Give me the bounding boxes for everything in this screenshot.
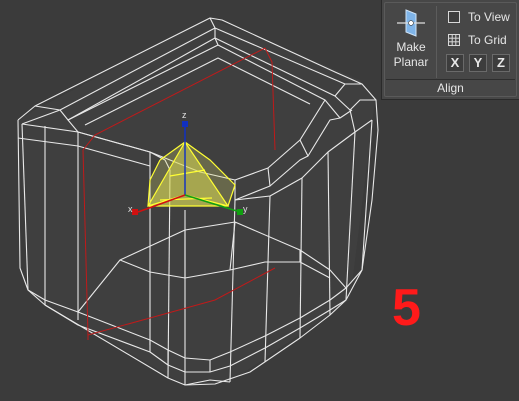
- align-x-button[interactable]: X: [446, 54, 464, 72]
- align-ribbon-group: Make Planar To View To Grid X Y Z Align: [381, 0, 519, 100]
- make-planar-label-line1: Make: [396, 40, 426, 54]
- make-planar-button[interactable]: Make Planar: [388, 4, 434, 78]
- step-number-annotation: 5: [392, 279, 421, 337]
- gizmo-x-label: x: [128, 204, 133, 214]
- make-planar-label-line2: Planar: [393, 55, 429, 69]
- to-view-label: To View: [468, 10, 510, 24]
- gizmo-y-label: y: [243, 204, 248, 214]
- to-view-button[interactable]: To View: [448, 8, 510, 26]
- to-grid-button[interactable]: To Grid: [448, 31, 507, 49]
- separator: [436, 6, 437, 78]
- gizmo-z-label: z: [182, 110, 187, 120]
- to-grid-label: To Grid: [468, 33, 507, 47]
- to-view-icon: [448, 11, 460, 23]
- align-group-label: Align: [386, 79, 515, 96]
- make-planar-icon: [397, 9, 425, 37]
- grid-icon: [448, 34, 460, 46]
- align-z-button[interactable]: Z: [492, 54, 510, 72]
- align-y-button[interactable]: Y: [469, 54, 487, 72]
